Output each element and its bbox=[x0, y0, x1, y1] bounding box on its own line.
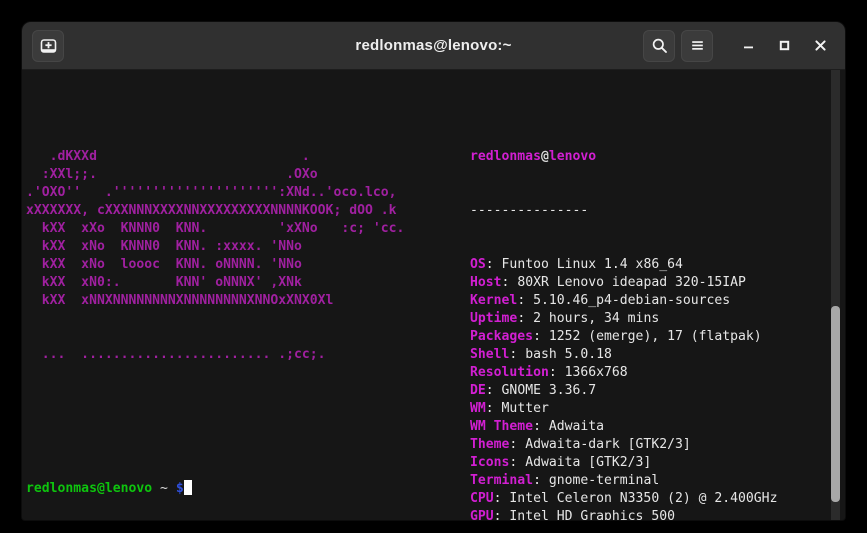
search-button[interactable] bbox=[643, 29, 675, 62]
new-tab-icon bbox=[40, 37, 57, 54]
info-key: Terminal bbox=[470, 473, 534, 488]
info-header-user: redlonmas bbox=[470, 149, 541, 164]
info-line: Host: 80XR Lenovo ideapad 320-15IAP bbox=[470, 274, 827, 292]
prompt-symbol: $ bbox=[175, 481, 184, 496]
info-key: Kernel bbox=[470, 293, 518, 308]
info-key: OS bbox=[470, 257, 486, 272]
prompt-path: ~ bbox=[160, 481, 168, 496]
info-key: Theme bbox=[470, 437, 510, 452]
ascii-logo-line: xXXXXXX, cXXXNNNXXXXNNXXXXXXXXXNNNNKOOK;… bbox=[26, 203, 397, 218]
info-value: : Intel Celeron N3350 (2) @ 2.400GHz bbox=[493, 491, 778, 506]
neofetch-info: redlonmas@lenovo --------------- OS: Fun… bbox=[470, 112, 827, 520]
window-titlebar[interactable]: redlonmas@lenovo:~ bbox=[22, 22, 845, 70]
info-key: Packages bbox=[470, 329, 534, 344]
menu-button[interactable] bbox=[681, 29, 713, 62]
minimize-icon bbox=[740, 37, 757, 54]
shell-prompt[interactable]: redlonmas@lenovo ~ $ bbox=[26, 480, 192, 498]
info-line-list: OS: Funtoo Linux 1.4 x86_64 Host: 80XR Le… bbox=[470, 256, 827, 520]
info-header-host: lenovo bbox=[548, 149, 597, 164]
new-tab-button[interactable] bbox=[32, 29, 64, 62]
close-icon bbox=[812, 37, 829, 54]
info-line: WM Theme: Adwaita bbox=[470, 418, 827, 436]
terminal-scrollbar[interactable] bbox=[831, 70, 840, 520]
info-separator: --------------- bbox=[470, 203, 589, 218]
info-line: Terminal: gnome-terminal bbox=[470, 472, 827, 490]
close-button[interactable] bbox=[805, 31, 835, 61]
info-key: Resolution bbox=[470, 365, 549, 380]
text-cursor bbox=[183, 480, 192, 495]
search-icon bbox=[651, 37, 668, 54]
info-line: OS: Funtoo Linux 1.4 x86_64 bbox=[470, 256, 827, 274]
info-value: : 5.10.46_p4-debian-sources bbox=[517, 293, 731, 308]
info-value: : gnome-terminal bbox=[533, 473, 660, 488]
info-key: Icons bbox=[470, 455, 510, 470]
info-value: : 1252 (emerge), 17 (flatpak) bbox=[533, 329, 762, 344]
info-value: : Adwaita-dark [GTK2/3] bbox=[509, 437, 691, 452]
info-key: WM Theme bbox=[470, 419, 534, 434]
prompt-user-host: redlonmas@lenovo bbox=[26, 481, 153, 496]
info-value: : 1366x768 bbox=[548, 365, 628, 380]
ascii-logo-line: kXX xNo KNNN0 KNN. :xxxx. 'NNo bbox=[26, 239, 302, 254]
info-key: DE bbox=[470, 383, 486, 398]
ascii-logo-lines: .dKXXd . :XXl;;. .OXo .'OXO'' .''''''''''… bbox=[26, 148, 470, 310]
hamburger-menu-icon bbox=[689, 37, 706, 54]
info-value: : bash 5.0.18 bbox=[509, 347, 612, 362]
ascii-logo-line: kXX xXo KNNN0 KNN. 'xXNo :c; 'cc. bbox=[26, 221, 405, 236]
info-line: Shell: bash 5.0.18 bbox=[470, 346, 827, 364]
info-line: WM: Mutter bbox=[470, 400, 827, 418]
info-line: DE: GNOME 3.36.7 bbox=[470, 382, 827, 400]
info-header: redlonmas@lenovo bbox=[470, 148, 827, 166]
ascii-logo-dim-line: ... ........................ .;cc;. bbox=[26, 347, 326, 362]
info-value: : Intel HD Graphics 500 bbox=[493, 509, 675, 520]
maximize-icon bbox=[776, 37, 793, 54]
terminal-content[interactable]: .dKXXd . :XXl;;. .OXo .'OXO'' .''''''''''… bbox=[22, 70, 845, 520]
info-header-at: @ bbox=[540, 149, 549, 164]
info-line: Kernel: 5.10.46_p4-debian-sources bbox=[470, 292, 827, 310]
minimize-button[interactable] bbox=[733, 31, 763, 61]
info-value: : 2 hours, 34 mins bbox=[517, 311, 660, 326]
info-key: Shell bbox=[470, 347, 510, 362]
maximize-button[interactable] bbox=[769, 31, 799, 61]
info-key: Host bbox=[470, 275, 502, 290]
info-line: CPU: Intel Celeron N3350 (2) @ 2.400GHz bbox=[470, 490, 827, 508]
info-value: : Adwaita bbox=[533, 419, 605, 434]
ascii-logo-line: kXX xNNXNNNNNNNNXNNNNNNNNXNNOxXNX0Xl bbox=[26, 293, 334, 308]
info-line: Packages: 1252 (emerge), 17 (flatpak) bbox=[470, 328, 827, 346]
neofetch-ascii-logo: .dKXXd . :XXl;;. .OXo .'OXO'' .''''''''''… bbox=[26, 112, 470, 400]
ascii-logo-line: .'OXO'' .''''''''''''''''''''':XNd..'oco… bbox=[26, 185, 397, 200]
info-value: : GNOME 3.36.7 bbox=[485, 383, 597, 398]
ascii-logo-line: kXX xN0:. KNN' oNNNX' ,XNk bbox=[26, 275, 302, 290]
info-key: WM bbox=[470, 401, 486, 416]
info-value: : Mutter bbox=[485, 401, 549, 416]
ascii-logo-line: kXX xNo loooc KNN. oNNNN. 'NNo bbox=[26, 257, 302, 272]
info-key: CPU bbox=[470, 491, 494, 506]
terminal-window: redlonmas@lenovo:~ .dKXXd .:XXl;;. .OXo… bbox=[22, 22, 845, 520]
scrollbar-thumb[interactable] bbox=[831, 306, 840, 502]
prompt-path-wrap: ~ bbox=[152, 481, 176, 496]
ascii-logo-line: .dKXXd . bbox=[26, 149, 310, 164]
info-line: Uptime: 2 hours, 34 mins bbox=[470, 310, 827, 328]
info-line: Icons: Adwaita [GTK2/3] bbox=[470, 454, 827, 472]
info-value: : Adwaita [GTK2/3] bbox=[509, 455, 652, 470]
info-value: : 80XR Lenovo ideapad 320-15IAP bbox=[501, 275, 746, 290]
info-key: Uptime bbox=[470, 311, 518, 326]
info-key: GPU bbox=[470, 509, 494, 520]
ascii-logo-line: :XXl;;. .OXo bbox=[26, 167, 318, 182]
info-line: GPU: Intel HD Graphics 500 bbox=[470, 508, 827, 520]
info-value: : Funtoo Linux 1.4 x86_64 bbox=[485, 257, 683, 272]
info-line: Theme: Adwaita-dark [GTK2/3] bbox=[470, 436, 827, 454]
info-line: Resolution: 1366x768 bbox=[470, 364, 827, 382]
